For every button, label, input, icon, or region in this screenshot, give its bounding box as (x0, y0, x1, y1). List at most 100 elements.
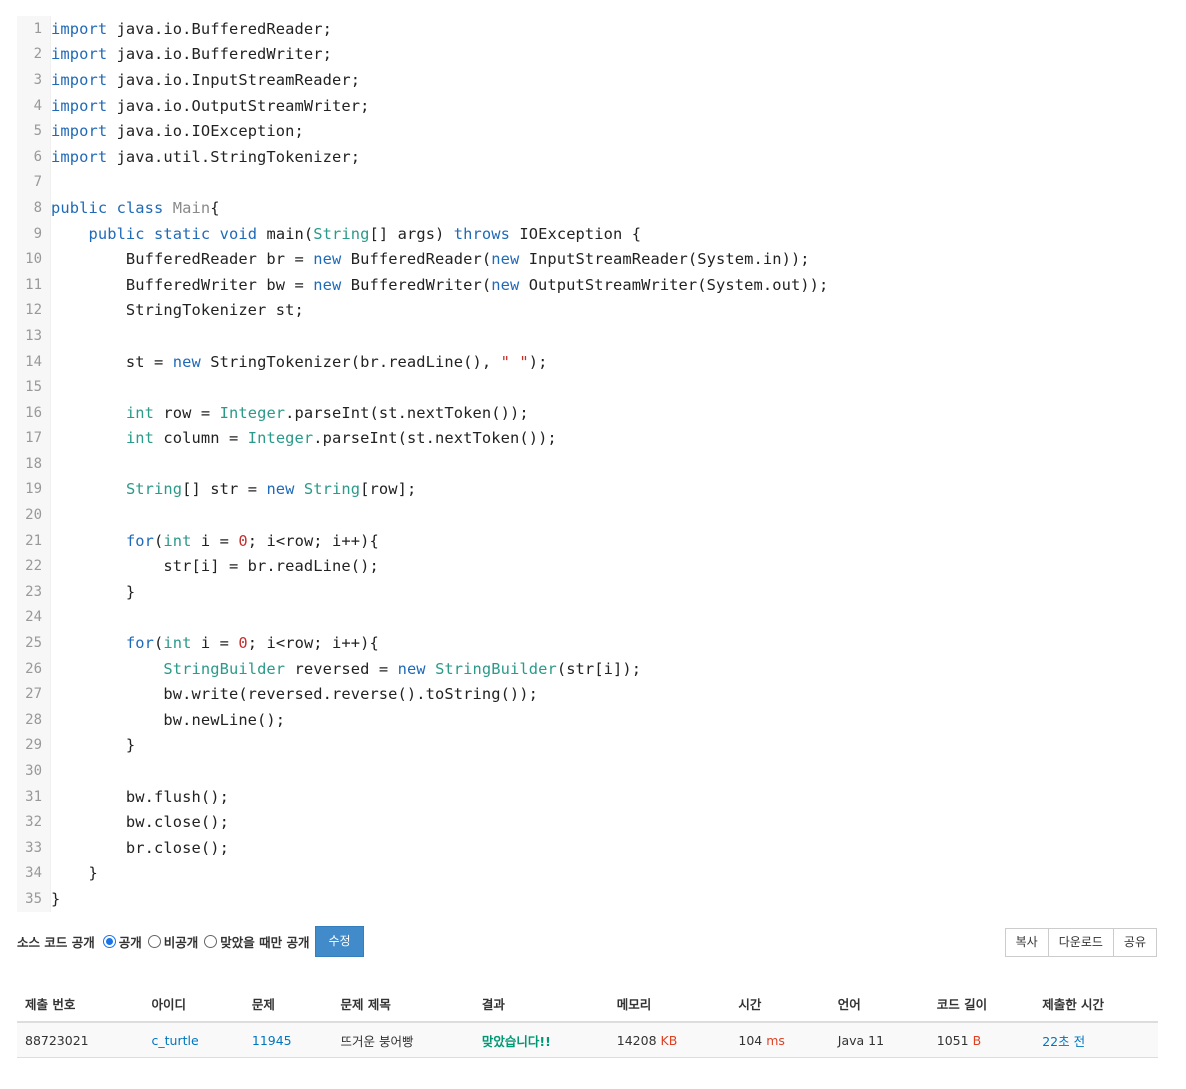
code-line: 1 import java.io.BufferedReader; (17, 16, 1158, 42)
code-token: Main (172, 198, 211, 217)
code-token: row = (154, 403, 220, 422)
code-token: java.io.OutputStreamWriter; (107, 96, 370, 115)
line-number: 29 (17, 732, 51, 759)
radio-public[interactable] (102, 934, 116, 948)
code-line: 21 for(int i = 0; i<row; i++){ (17, 527, 1158, 554)
code-text: String[] str = new String[row]; (51, 480, 416, 498)
code-line: 9 public static void main(String[] args)… (17, 220, 1158, 247)
code-token: st = (51, 352, 173, 371)
line-number: 6 (17, 143, 51, 170)
code-line: 31 bw.flush(); (17, 783, 1158, 810)
code-text: } (51, 583, 135, 601)
code-line: 6 import java.util.StringTokenizer; (17, 143, 1158, 170)
code-token: java.io.InputStreamReader; (107, 70, 361, 89)
code-text: str[i] = br.readLine(); (51, 557, 379, 575)
code-line: 12 StringTokenizer st; (17, 297, 1158, 324)
code-token: public (88, 224, 145, 243)
code-token: class (116, 198, 164, 217)
memory-value: 14208 (616, 1032, 657, 1048)
time-unit: ms (766, 1032, 785, 1048)
code-text: StringBuilder reversed = new StringBuild… (51, 660, 641, 678)
line-number: 30 (17, 758, 51, 784)
code-token: bw.flush(); (51, 787, 229, 806)
share-button[interactable]: 공유 (1112, 928, 1157, 957)
line-number: 32 (17, 809, 51, 835)
source-code-viewer: 1 import java.io.BufferedReader; 2 import j… (17, 16, 1158, 912)
code-line: 28 bw.newLine(); (17, 707, 1158, 733)
visibility-option-public[interactable]: 공개 (101, 932, 142, 951)
line-number: 15 (17, 374, 51, 400)
code-token: static (154, 224, 211, 243)
code-line: 4 import java.io.OutputStreamWriter; (17, 92, 1158, 119)
line-number: 19 (17, 476, 51, 503)
code-length-value: 1051 (936, 1032, 969, 1048)
code-line: 16 int row = Integer.parseInt(st.nextTok… (17, 399, 1158, 426)
header-memory: 메모리 (608, 985, 731, 1023)
code-line: 17 int column = Integer.parseInt(st.next… (17, 425, 1158, 452)
code-token: new (313, 275, 342, 294)
code-token: i = (191, 634, 239, 653)
line-number: 28 (17, 707, 51, 733)
visibility-row: 소스 코드 공개 공개 비공개 맞았을 때만 공개 수정 (17, 925, 364, 957)
line-number: 22 (17, 553, 51, 580)
header-submitted-time: 제출한 시간 (1034, 985, 1158, 1023)
code-line: 7 (17, 169, 1158, 196)
line-number: 17 (17, 425, 51, 452)
code-text: import java.io.OutputStreamWriter; (51, 97, 369, 115)
copy-button[interactable]: 복사 (1004, 928, 1049, 957)
line-number: 7 (17, 169, 51, 196)
code-token: column = (154, 429, 248, 448)
line-number: 3 (17, 67, 51, 93)
line-number: 35 (17, 886, 51, 912)
code-token: 0 (238, 634, 248, 653)
code-line: 14 st = new StringTokenizer(br.readLine(… (17, 348, 1158, 375)
visibility-option-label: 공개 (118, 934, 142, 950)
code-line: 20 (17, 502, 1158, 528)
visibility-option-private[interactable]: 비공개 (146, 932, 198, 951)
header-submission-id: 제출 번호 (17, 985, 144, 1023)
radio-private[interactable] (147, 934, 161, 948)
download-button[interactable]: 다운로드 (1047, 928, 1114, 957)
code-line: 23 } (17, 579, 1158, 605)
code-line: 19 String[] str = new String[row]; (17, 476, 1158, 503)
code-token: BufferedWriter( (341, 275, 492, 294)
code-token: java.io.BufferedReader; (107, 19, 332, 38)
code-token: import (51, 122, 108, 141)
line-number: 9 (17, 220, 51, 247)
user-id-link[interactable]: c_turtle (152, 1033, 199, 1048)
line-number: 31 (17, 783, 51, 810)
visibility-option-accepted-only[interactable]: 맞았을 때만 공개 (202, 932, 309, 951)
memory-cell: 14208 KB (608, 1022, 731, 1058)
submitted-time-link[interactable]: 22초 전 (1042, 1034, 1085, 1049)
code-token: String (303, 480, 361, 499)
header-language: 언어 (829, 985, 929, 1023)
memory-unit: KB (660, 1032, 678, 1048)
code-line: 35} (17, 886, 1158, 912)
edit-button[interactable]: 수정 (315, 925, 364, 957)
code-token: .parseInt(st.nextToken()); (285, 403, 529, 422)
code-line: 18 (17, 451, 1158, 477)
code-line: 3 import java.io.InputStreamReader; (17, 67, 1158, 93)
code-token: } (51, 736, 136, 755)
code-token: public (51, 198, 108, 217)
code-text: public class Main{ (51, 199, 220, 217)
code-text: import java.io.InputStreamReader; (51, 71, 360, 89)
code-token: (str[i]); (556, 659, 642, 678)
line-number: 34 (17, 860, 51, 887)
radio-accepted-only[interactable] (204, 934, 218, 948)
code-token: reversed = (285, 659, 398, 678)
line-number: 11 (17, 271, 51, 298)
code-token: String (125, 480, 183, 499)
problem-link[interactable]: 11945 (252, 1033, 292, 1048)
line-number: 24 (17, 604, 51, 631)
header-result: 결과 (473, 985, 609, 1023)
code-token: BufferedReader br = (51, 250, 314, 269)
code-actions: 복사 다운로드 공유 (1004, 928, 1157, 957)
code-token: int (125, 403, 155, 422)
line-number: 12 (17, 297, 51, 324)
